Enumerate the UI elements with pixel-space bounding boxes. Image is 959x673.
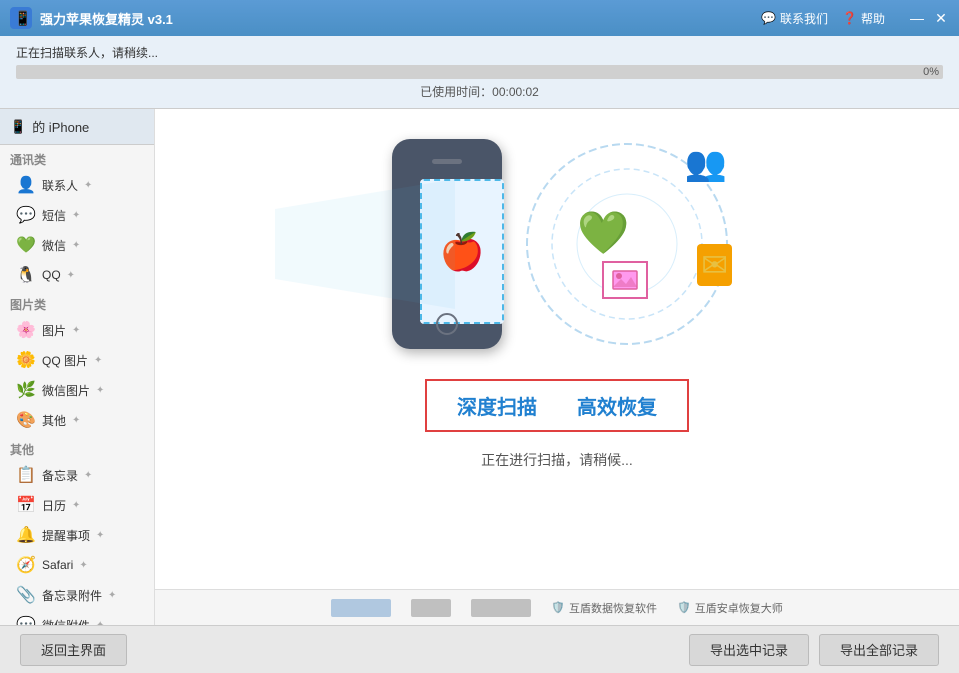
wechat-attachments-icon: 💬 [16,615,36,625]
qq-icon: 🐧 [16,265,36,285]
wechat-attachments-label: 微信附件 [42,617,90,626]
shield-icon-1: 🛡️ [551,601,565,614]
title-actions: 💬 联系我们 ❓ 帮助 — ✕ [761,10,949,27]
contact-us-btn[interactable]: 💬 联系我们 [761,10,828,27]
illustration: 🍎 👥 💚 [175,129,939,359]
ad-logo-3 [471,599,531,617]
wechat-photos-label: 微信图片 [42,382,90,399]
safari-icon: 🧭 [16,555,36,575]
wechat-label: 微信 [42,237,66,254]
qq-photos-icon: 🌼 [16,350,36,370]
progress-time: 已使用时间：00:00:02 [16,83,943,100]
sidebar-item-safari[interactable]: 🧭 Safari ✦ [0,550,154,580]
scanning-status: 正在扫描联系人，请稍续... [16,44,943,61]
chat-icon: 💬 [761,11,776,25]
app-title: 强力苹果恢复精灵 v3.1 [40,9,761,28]
others-photos-icon: 🎨 [16,410,36,430]
sidebar-item-sms[interactable]: 💬 短信 ✦ [0,200,154,230]
minimize-btn[interactable]: — [909,10,925,26]
progress-percentage: 0% [923,65,939,79]
sms-label: 短信 [42,207,66,224]
sidebar-item-others-photos[interactable]: 🎨 其他 ✦ [0,405,154,435]
sidebar-item-qq[interactable]: 🐧 QQ ✦ [0,260,154,290]
sidebar: 📱 的 iPhone 通讯类 👤 联系人 ✦ 💬 短信 ✦ 💚 微信 ✦ 🐧 Q… [0,109,155,625]
ad-item-android-recovery: 🛡️ 互盾安卓恢复大师 [677,600,783,616]
notes-label: 备忘录 [42,467,78,484]
phone-home-button [436,313,458,335]
deep-scan-label: 深度扫描 [457,391,537,420]
wechat-float-icon: 💚 [577,209,629,258]
sidebar-item-photos[interactable]: 🌸 图片 ✦ [0,315,154,345]
notes-icon: 📋 [16,465,36,485]
safari-label: Safari [42,558,73,572]
contacts-icon: 👤 [16,175,36,195]
progress-bar: 0% [16,65,943,79]
sms-icon: 💬 [16,205,36,225]
export-selected-btn[interactable]: 导出选中记录 [689,634,809,666]
footer-bar: 返回主界面 导出选中记录 导出全部记录 [0,625,959,673]
help-btn[interactable]: ❓ 帮助 [842,10,885,27]
deep-scan-box: 深度扫描 高效恢复 [425,379,689,432]
reminders-label: 提醒事项 [42,527,90,544]
sidebar-item-calendar[interactable]: 📅 日历 ✦ [0,490,154,520]
calendar-label: 日历 [42,497,66,514]
phone-speaker [432,159,462,164]
ad-bar: 🛡️ 互盾数据恢复软件 🛡️ 互盾安卓恢复大师 [155,589,959,625]
sidebar-item-wechat-attachments[interactable]: 💬 微信附件 ✦ [0,610,154,625]
help-icon: ❓ [842,11,857,25]
section-photos: 图片类 [0,290,154,315]
progress-area: 正在扫描联系人，请稍续... 0% 已使用时间：00:00:02 [0,36,959,109]
notes-attachments-icon: 📎 [16,585,36,605]
notes-attachments-label: 备忘录附件 [42,587,102,604]
content-area: 🍎 👥 💚 [155,109,959,625]
export-all-btn[interactable]: 导出全部记录 [819,634,939,666]
qq-photos-label: QQ 图片 [42,352,88,369]
ad-logo-1 [331,599,391,617]
title-bar: 📱 强力苹果恢复精灵 v3.1 💬 联系我们 ❓ 帮助 — ✕ [0,0,959,36]
scanning-hint-text: 正在进行扫描，请稍候... [481,450,633,470]
back-to-main-btn[interactable]: 返回主界面 [20,634,127,666]
sidebar-item-contacts[interactable]: 👤 联系人 ✦ [0,170,154,200]
section-others: 其他 [0,435,154,460]
ad-logo-2 [411,599,451,617]
icons-cluster: 👥 💚 ✉ [517,134,737,354]
device-name: 📱 的 iPhone [0,109,154,145]
photos-label: 图片 [42,322,66,339]
scan-beam [275,179,455,309]
email-float-icon: ✉ [697,244,732,286]
photos-icon: 🌸 [16,320,36,340]
app-icon: 📱 [10,7,32,29]
contacts-label: 联系人 [42,177,78,194]
others-photos-label: 其他 [42,412,66,429]
sidebar-item-wechat[interactable]: 💚 微信 ✦ [0,230,154,260]
reminders-icon: 🔔 [16,525,36,545]
qq-label: QQ [42,268,61,282]
phone-icon: 📱 [10,119,26,135]
close-btn[interactable]: ✕ [933,10,949,26]
ad-item-data-recovery: 🛡️ 互盾数据恢复软件 [551,600,657,616]
shield-icon-2: 🛡️ [677,601,691,614]
calendar-icon: 📅 [16,495,36,515]
sidebar-item-wechat-photos[interactable]: 🌿 微信图片 ✦ [0,375,154,405]
sidebar-item-reminders[interactable]: 🔔 提醒事项 ✦ [0,520,154,550]
svg-text:📱: 📱 [14,10,31,27]
sidebar-item-qq-photos[interactable]: 🌼 QQ 图片 ✦ [0,345,154,375]
window-controls: — ✕ [909,10,949,26]
sidebar-item-notes[interactable]: 📋 备忘录 ✦ [0,460,154,490]
sidebar-item-notes-attachments[interactable]: 📎 备忘录附件 ✦ [0,580,154,610]
efficient-recover-label: 高效恢复 [577,391,657,420]
main-layout: 📱 的 iPhone 通讯类 👤 联系人 ✦ 💬 短信 ✦ 💚 微信 ✦ 🐧 Q… [0,109,959,625]
wechat-photos-icon: 🌿 [16,380,36,400]
image-float-icon [602,261,648,299]
wechat-icon: 💚 [16,235,36,255]
contacts-float-icon: 👥 [685,144,727,184]
section-communications: 通讯类 [0,145,154,170]
